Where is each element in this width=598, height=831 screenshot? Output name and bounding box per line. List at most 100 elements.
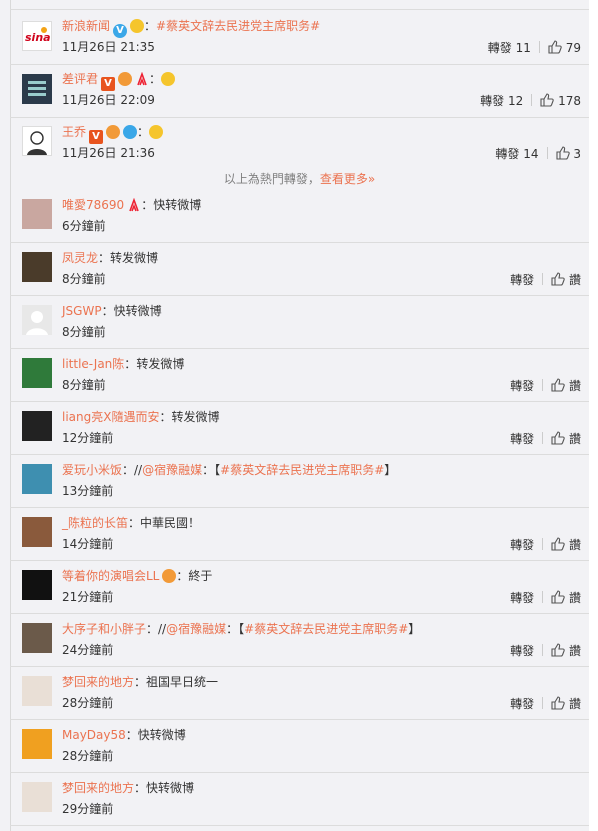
username-link[interactable]: 梦回来的地方 — [62, 675, 134, 689]
like-button[interactable]: 讚 — [551, 590, 581, 605]
avatar[interactable] — [22, 464, 52, 494]
avatar[interactable] — [22, 305, 52, 335]
username-link[interactable]: 王乔 — [62, 125, 86, 139]
avatar[interactable] — [22, 570, 52, 600]
separator: ： — [124, 357, 137, 371]
repost-button[interactable]: 轉發 — [510, 644, 534, 658]
separator: 】 — [384, 463, 397, 477]
username-link[interactable]: 梦回来的地方 — [62, 781, 134, 795]
divider — [542, 697, 544, 709]
repost-item: 等着你的演唱会LL ：終于 21分鐘前 轉發 讚 — [10, 561, 589, 614]
like-button[interactable]: 79 — [548, 40, 581, 55]
avatar[interactable] — [22, 126, 52, 156]
thumb-up-icon — [551, 378, 565, 392]
divider — [542, 591, 544, 603]
vip-icon[interactable]: V — [101, 77, 116, 91]
avatar[interactable] — [22, 729, 52, 759]
username-link[interactable]: _陈粒的长笛 — [62, 516, 128, 530]
mention-link[interactable]: @宿豫融媒 — [142, 463, 202, 477]
separator: ：【 — [202, 463, 221, 477]
username-link[interactable]: 差评君 — [62, 72, 98, 86]
like-button[interactable]: 讚 — [551, 643, 581, 658]
like-button[interactable]: 讚 — [551, 378, 581, 393]
repost-button[interactable]: 轉發 — [510, 697, 534, 711]
repost-button[interactable]: 轉發 — [510, 432, 534, 446]
repost-actions: 轉發 讚 — [510, 537, 581, 552]
verified-blue-icon[interactable]: V — [113, 24, 128, 38]
vip-icon[interactable]: V — [89, 130, 104, 144]
like-label: 讚 — [568, 591, 581, 605]
repost-actions: 轉發 讚 — [510, 696, 581, 711]
username-link[interactable]: 凤灵龙 — [62, 251, 98, 265]
thumb-up-icon — [551, 696, 565, 710]
timestamp[interactable]: 8分鐘前 — [62, 325, 106, 339]
timestamp[interactable]: 28分鐘前 — [62, 696, 113, 710]
repost-button[interactable]: 轉發 — [510, 538, 534, 552]
avatar[interactable] — [22, 74, 52, 104]
username-link[interactable]: 大序子和小胖子 — [62, 622, 146, 636]
avatar[interactable] — [22, 517, 52, 547]
username-link[interactable]: 新浪新闻 — [62, 19, 110, 33]
timestamp[interactable]: 24分鐘前 — [62, 643, 113, 657]
smile-emoji-icon — [149, 125, 164, 139]
divider — [542, 538, 544, 550]
timestamp[interactable]: 11月26日 21:36 — [62, 146, 155, 160]
timestamp[interactable]: 11月26日 21:35 — [62, 40, 155, 54]
repost-item: JSGWP：快转微博 8分鐘前 — [10, 296, 589, 349]
timestamp[interactable]: 11月26日 22:09 — [62, 93, 155, 107]
avatar[interactable] — [22, 782, 52, 812]
divider — [542, 273, 544, 285]
avatar[interactable] — [22, 411, 52, 441]
username-link[interactable]: JSGWP — [62, 304, 102, 318]
timestamp[interactable]: 8分鐘前 — [62, 272, 106, 286]
username-link[interactable]: MayDay58 — [62, 728, 126, 742]
like-button[interactable]: 178 — [540, 93, 581, 108]
like-button[interactable]: 讚 — [551, 537, 581, 552]
timestamp[interactable]: 8分鐘前 — [62, 378, 106, 392]
repost-line: _陈粒的长笛：中華民國！ — [62, 515, 200, 531]
timestamp[interactable]: 13分鐘前 — [62, 484, 113, 498]
avatar[interactable] — [22, 199, 52, 229]
avatar[interactable] — [22, 676, 52, 706]
like-label: 讚 — [568, 644, 581, 658]
separator: ：// — [122, 463, 143, 477]
scrollbar[interactable] — [589, 0, 598, 831]
like-button[interactable]: 讚 — [551, 272, 581, 287]
svg-text:sina: sina — [25, 31, 51, 44]
timestamp[interactable]: 14分鐘前 — [62, 537, 113, 551]
avatar[interactable]: sina — [22, 21, 52, 51]
username-link[interactable]: little-Jan陈 — [62, 357, 124, 371]
repost-button[interactable]: 轉發 12 — [480, 94, 523, 108]
timestamp[interactable]: 12分鐘前 — [62, 431, 113, 445]
repost-button[interactable]: 轉發 14 — [495, 147, 538, 161]
repost-button[interactable]: 轉發 — [510, 591, 534, 605]
repost-line: 大序子和小胖子：//@宿豫融媒：【#蔡英文辞去民进党主席职务#】 — [62, 621, 420, 637]
username-link[interactable]: 唯愛78690 — [62, 198, 124, 212]
repost-button[interactable]: 轉發 11 — [488, 41, 531, 55]
avatar[interactable] — [22, 252, 52, 282]
topic-link[interactable]: #蔡英文辞去民进党主席职务# — [156, 19, 320, 33]
see-more-link[interactable]: 查看更多» — [320, 172, 375, 186]
username-link[interactable]: liang亮X隨遇而安 — [62, 410, 159, 424]
repost-button[interactable]: 轉發 — [510, 379, 534, 393]
separator: ： — [134, 781, 147, 795]
like-button[interactable]: 讚 — [551, 431, 581, 446]
timestamp[interactable]: 29分鐘前 — [62, 802, 113, 816]
timestamp[interactable]: 6分鐘前 — [62, 219, 106, 233]
avatar[interactable] — [22, 358, 52, 388]
timestamp[interactable]: 21分鐘前 — [62, 590, 113, 604]
repost-line: 王乔 V ： — [62, 124, 164, 144]
username-link[interactable]: 爱玩小米饭 — [62, 463, 122, 477]
separator: 】 — [408, 622, 421, 636]
mention-link[interactable]: @宿豫融媒 — [166, 622, 226, 636]
avatar[interactable] — [22, 623, 52, 653]
topic-link[interactable]: #蔡英文辞去民进党主席职务# — [244, 622, 408, 636]
red-ribbon-icon — [127, 197, 141, 212]
like-button[interactable]: 3 — [555, 146, 581, 161]
like-button[interactable]: 讚 — [551, 696, 581, 711]
timestamp[interactable]: 28分鐘前 — [62, 749, 113, 763]
repost-button[interactable]: 轉發 — [510, 273, 534, 287]
thumb-up-icon — [548, 40, 562, 54]
username-link[interactable]: 等着你的演唱会LL — [62, 569, 159, 583]
topic-link[interactable]: #蔡英文辞去民进党主席职务# — [220, 463, 384, 477]
